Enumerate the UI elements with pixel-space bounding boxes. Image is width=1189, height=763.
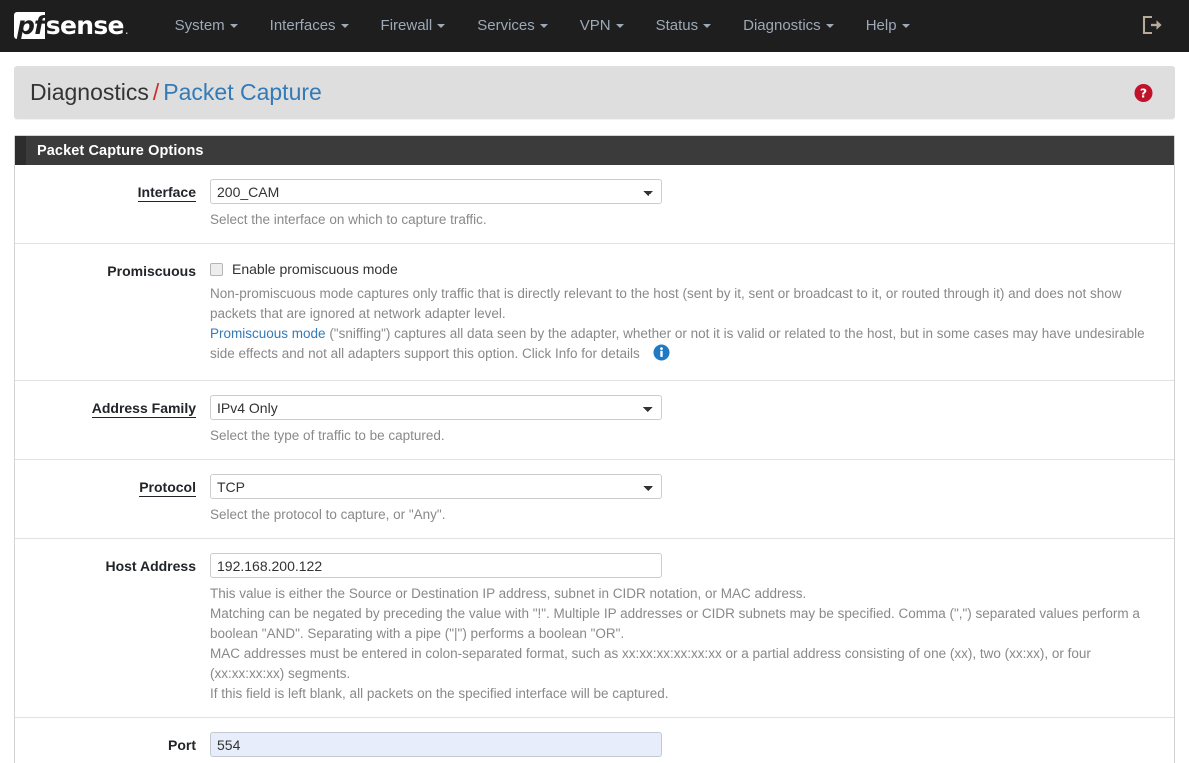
address-family-label: Address Family: [91, 400, 196, 418]
address-family-select[interactable]: IPv4 Only: [210, 395, 662, 420]
breadcrumb-current[interactable]: Packet Capture: [163, 79, 322, 106]
form-row-host-address: Host Address This value is either the So…: [15, 539, 1174, 718]
nav-item-label: VPN: [579, 17, 611, 34]
nav-item-firewall[interactable]: Firewall: [365, 0, 462, 52]
packet-capture-panel-region: Packet Capture Options Interface 200_CAM…: [0, 119, 1189, 763]
top-navbar: pf sense . System Interfaces Firewall Se…: [0, 0, 1189, 52]
nav-item-label: Help: [865, 17, 897, 34]
nav-item-label: Status: [655, 17, 699, 34]
packet-capture-options-panel: Packet Capture Options Interface 200_CAM…: [14, 135, 1175, 763]
host-address-help-line1: This value is either the Source or Desti…: [210, 586, 807, 601]
nav-item-help[interactable]: Help: [850, 0, 926, 52]
breadcrumb: Diagnostics / Packet Capture ?: [14, 66, 1175, 119]
brand-pf-text: pf: [14, 12, 45, 39]
nav-item-label: Firewall: [380, 17, 433, 34]
navbar-right-actions: [1141, 0, 1163, 52]
nav-item-diagnostics[interactable]: Diagnostics: [727, 0, 850, 52]
main-nav-list: System Interfaces Firewall Services VPN …: [159, 0, 926, 52]
nav-item-label: Services: [477, 17, 535, 34]
chevron-down-icon: [229, 24, 238, 29]
promiscuous-checkbox-row: Enable promiscuous mode: [210, 258, 1148, 278]
brand-dot: .: [124, 21, 129, 37]
protocol-help-text: Select the protocol to capture, or "Any"…: [210, 507, 446, 522]
info-circle-icon[interactable]: [653, 344, 670, 367]
form-row-port: Port The port can be either the source o…: [15, 718, 1174, 763]
nav-item-status[interactable]: Status: [640, 0, 728, 52]
port-label: Port: [168, 737, 196, 753]
brand-logo-mark: pf sense .: [14, 12, 129, 40]
promiscuous-label: Promiscuous: [107, 263, 196, 279]
host-address-input[interactable]: [210, 553, 662, 578]
interface-help-text: Select the interface on which to capture…: [210, 212, 487, 227]
form-row-protocol: Protocol TCP Select the protocol to capt…: [15, 460, 1174, 539]
host-address-help-text: This value is either the Source or Desti…: [210, 584, 1148, 704]
breadcrumb-parent: Diagnostics: [30, 79, 149, 105]
interface-select[interactable]: 200_CAM: [210, 179, 662, 204]
chevron-down-icon: [615, 24, 624, 29]
address-family-help-text: Select the type of traffic to be capture…: [210, 428, 445, 443]
form-row-promiscuous: Promiscuous Enable promiscuous mode Non-…: [15, 244, 1174, 381]
protocol-select[interactable]: TCP: [210, 474, 662, 499]
chevron-down-icon: [539, 24, 548, 29]
promiscuous-help-line2: ("sniffing") captures all data seen by t…: [210, 326, 1145, 361]
nav-item-label: System: [174, 17, 225, 34]
chevron-down-icon: [901, 24, 910, 29]
host-address-help-line2: Matching can be negated by preceding the…: [210, 606, 1140, 641]
nav-item-label: Diagnostics: [743, 17, 821, 34]
nav-item-system[interactable]: System: [159, 0, 254, 52]
svg-text:?: ?: [1140, 85, 1147, 100]
host-address-help-line3: MAC addresses must be entered in colon-s…: [210, 646, 1091, 681]
breadcrumb-separator: /: [152, 79, 160, 105]
promiscuous-help-line1: Non-promiscuous mode captures only traff…: [210, 286, 1122, 321]
promiscuous-help-text: Non-promiscuous mode captures only traff…: [210, 284, 1148, 367]
nav-item-services[interactable]: Services: [461, 0, 564, 52]
form-row-address-family: Address Family IPv4 Only Select the type…: [15, 381, 1174, 460]
nav-item-vpn[interactable]: VPN: [564, 0, 640, 52]
host-address-label: Host Address: [105, 558, 196, 574]
panel-header-accent: [15, 136, 26, 165]
promiscuous-checkbox-label[interactable]: Enable promiscuous mode: [232, 261, 398, 277]
promiscuous-mode-link[interactable]: Promiscuous mode: [210, 326, 326, 341]
protocol-label: Protocol: [139, 479, 196, 497]
form-row-interface: Interface 200_CAM Select the interface o…: [15, 165, 1174, 244]
chevron-down-icon: [825, 24, 834, 29]
logout-icon[interactable]: [1141, 15, 1163, 38]
interface-label: Interface: [137, 184, 196, 202]
port-input[interactable]: [210, 732, 662, 757]
chevron-down-icon: [340, 24, 349, 29]
host-address-help-line4: If this field is left blank, all packets…: [210, 686, 669, 701]
brand-sense-text: sense: [45, 11, 125, 40]
pfsense-logo[interactable]: pf sense .: [14, 12, 129, 40]
nav-item-interfaces[interactable]: Interfaces: [254, 0, 365, 52]
chevron-down-icon: [437, 24, 446, 29]
promiscuous-checkbox[interactable]: [210, 262, 223, 276]
breadcrumb-region: Diagnostics / Packet Capture ?: [0, 52, 1189, 119]
panel-header: Packet Capture Options: [15, 136, 1174, 165]
nav-item-label: Interfaces: [269, 17, 336, 34]
panel-title: Packet Capture Options: [37, 142, 204, 159]
help-circle-icon[interactable]: ?: [1134, 83, 1153, 102]
chevron-down-icon: [703, 24, 712, 29]
